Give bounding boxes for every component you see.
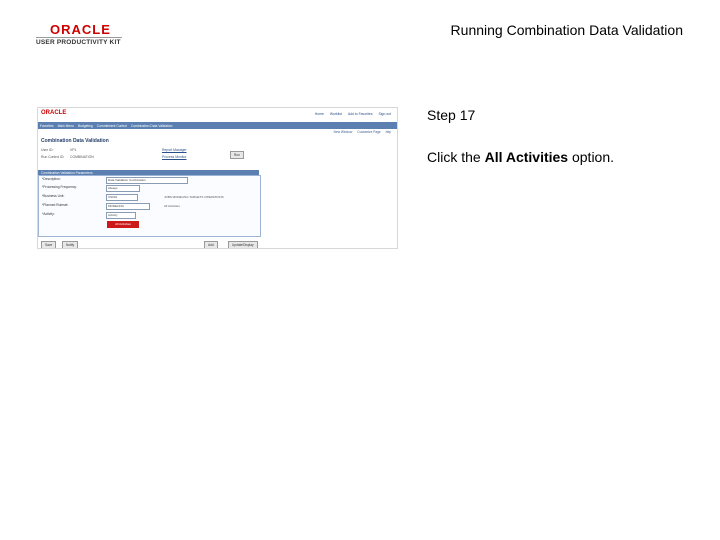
activity-select[interactable]: Activity <box>106 212 136 219</box>
application-screenshot: ORACLE Home Worklist Add to Favorites Si… <box>37 107 398 249</box>
app-utility-links: New Window Customize Page http <box>334 130 391 134</box>
top-link-favorites[interactable]: Add to Favorites <box>348 112 373 116</box>
ruleset-description: JOBS MODELING TARGETS OPERATIONS <box>164 195 224 199</box>
menu-item[interactable]: Combination Data Validation <box>131 124 173 128</box>
app-page-title: Combination Data Validation <box>41 138 109 144</box>
save-button[interactable]: Save <box>41 241 57 248</box>
instruction-target: All Activities <box>484 149 569 165</box>
top-link-signout[interactable]: Sign out <box>379 112 391 116</box>
app-top-links: Home Worklist Add to Favorites Sign out <box>315 112 391 116</box>
instruction-prefix: Click the <box>427 149 485 165</box>
field-label: *Processing Frequency: <box>42 185 78 189</box>
business-unit-input[interactable]: US001 <box>106 194 138 201</box>
new-window-link[interactable]: New Window <box>334 130 353 134</box>
process-monitor-link[interactable]: Process Monitor <box>162 155 187 159</box>
section-title: Combination Validation Parameters <box>41 170 93 175</box>
oracle-logo-text: ORACLE <box>50 22 111 37</box>
upk-logo-text: USER PRODUCTIVITY KIT <box>36 39 121 46</box>
notify-button[interactable]: Notify <box>62 241 79 248</box>
app-menu-bar: Favorites Main Menu Budgeting Commitment… <box>38 122 397 129</box>
add-button[interactable]: Add <box>204 241 218 248</box>
top-link-worklist[interactable]: Worklist <box>330 112 342 116</box>
menu-item[interactable]: Commitment Control <box>97 124 127 128</box>
step-label: Step 17 <box>427 107 476 123</box>
instruction-suffix: option. <box>568 149 615 165</box>
update-display-button[interactable]: Update/Display <box>228 241 258 248</box>
field-label: *Business Unit: <box>42 194 65 198</box>
description-input[interactable]: Data Validation Combination <box>106 177 188 184</box>
run-control-value: COMBINATION <box>70 155 94 159</box>
menu-item[interactable]: Main Menu <box>58 124 74 128</box>
field-label: *Planned Ruleset: <box>42 203 69 207</box>
top-link-home[interactable]: Home <box>315 112 324 116</box>
frequency-select[interactable]: Always <box>106 185 140 192</box>
menu-item[interactable]: Favorites <box>40 124 54 128</box>
step-instruction: Click the All Activities option. <box>427 149 614 165</box>
run-control-label: Run Control ID: <box>41 155 65 159</box>
menu-item[interactable]: Budgeting <box>78 124 93 128</box>
customize-page-link[interactable]: Customize Page <box>357 130 380 134</box>
user-id-value: VP1 <box>70 148 77 152</box>
field-label: *Activity: <box>42 212 55 216</box>
app-header: ORACLE Home Worklist Add to Favorites Si… <box>38 108 397 122</box>
ruleset-input[interactable]: MODELING <box>106 203 150 210</box>
all-activities-checkbox[interactable]: All Activities <box>164 204 180 208</box>
http-link[interactable]: http <box>386 130 391 134</box>
logo-divider <box>36 37 122 38</box>
document-title: Running Combination Data Validation <box>450 22 683 38</box>
field-label: *Description: <box>42 177 61 181</box>
run-button[interactable]: Run <box>230 151 244 159</box>
user-id-label: User ID: <box>41 148 54 152</box>
report-manager-link[interactable]: Report Manager <box>162 148 187 152</box>
all-activities-option[interactable]: All Activities <box>107 221 139 228</box>
app-brand: ORACLE <box>41 110 67 116</box>
